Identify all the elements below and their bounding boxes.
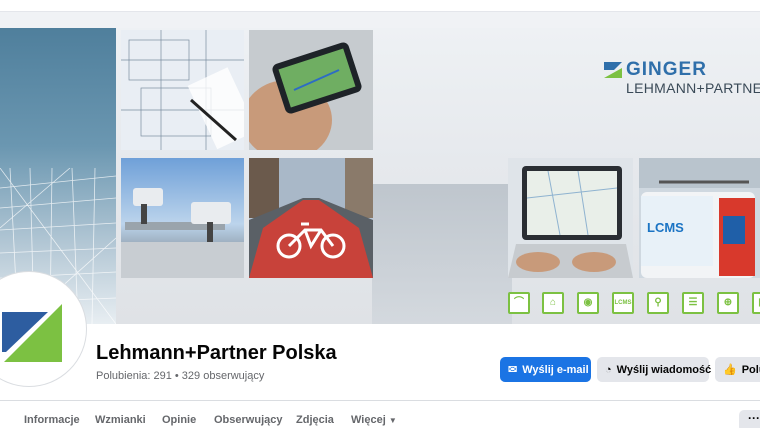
- send-message-label: Wyślij wiadomość: [616, 363, 712, 376]
- ginger-mark-icon: [604, 62, 622, 78]
- tab-followers[interactable]: Obserwujący: [214, 414, 282, 426]
- smartphone-photo: [249, 30, 373, 150]
- more-options-button[interactable]: ···: [739, 410, 760, 428]
- tab-more[interactable]: Więcej ▼: [351, 414, 397, 426]
- road-camera-photo: [121, 158, 244, 278]
- tunnel-icon: ⌒: [508, 292, 530, 314]
- messenger-icon: ◔: [605, 363, 612, 376]
- bicycle-icon: ⚲: [647, 292, 669, 314]
- tab-mentions[interactable]: Wzmianki: [95, 414, 146, 426]
- bridge-icon: ⌂: [542, 292, 564, 314]
- service-icons-row: ⌒ ⌂ ◉ LCMS ⚲ ☰ ⊕ ▦: [508, 292, 760, 316]
- page-title: Lehmann+Partner Polska: [96, 342, 337, 364]
- page-tabs: y Informacje Wzmianki Opinie Obserwujący…: [0, 414, 760, 428]
- bike-lane-photo: [249, 158, 373, 278]
- cover-photo[interactable]: LCMS GINGER LEHMANN+PARTNER ⌒ ⌂ ◉ LCMS ⚲…: [0, 28, 760, 324]
- logo-brand-text: GINGER: [626, 59, 707, 80]
- lcms-icon: LCMS: [612, 292, 634, 314]
- top-navigation-bar: [0, 0, 760, 12]
- send-email-label: Wyślij e-mail: [522, 363, 589, 376]
- page-stats: Polubienia: 291 • 329 obserwujący: [96, 370, 265, 382]
- survey-van-photo: LCMS: [639, 158, 760, 278]
- tab-reviews[interactable]: Opinie: [162, 414, 196, 426]
- logo-subbrand-text: LEHMANN+PARTNER: [626, 80, 760, 96]
- blueprint-photo: [121, 30, 244, 150]
- like-label: Polub: [741, 363, 760, 376]
- header-divider: [0, 400, 760, 401]
- road-strip: [372, 184, 512, 324]
- thumbs-up-icon: 👍: [723, 364, 737, 376]
- send-email-button[interactable]: ✉ Wyślij e-mail: [500, 357, 591, 382]
- ginger-logo: GINGER LEHMANN+PARTNER: [602, 59, 760, 99]
- van-label: LCMS: [647, 220, 684, 235]
- chevron-down-icon: ▼: [388, 416, 397, 425]
- laptop-map-photo: [508, 158, 633, 278]
- tab-about[interactable]: Informacje: [24, 414, 80, 426]
- camera-icon: ◉: [577, 292, 599, 314]
- send-message-button[interactable]: ◔ Wyślij wiadomość: [597, 357, 712, 382]
- envelope-icon: ✉: [508, 364, 518, 376]
- tab-more-label: Więcej: [351, 414, 386, 426]
- grid-icon: ▦: [752, 292, 760, 314]
- crosshair-icon: ⊕: [717, 292, 739, 314]
- like-button[interactable]: 👍 Polub: [715, 357, 760, 382]
- list-icon: ☰: [682, 292, 704, 314]
- tab-photos[interactable]: Zdjęcia: [296, 414, 334, 426]
